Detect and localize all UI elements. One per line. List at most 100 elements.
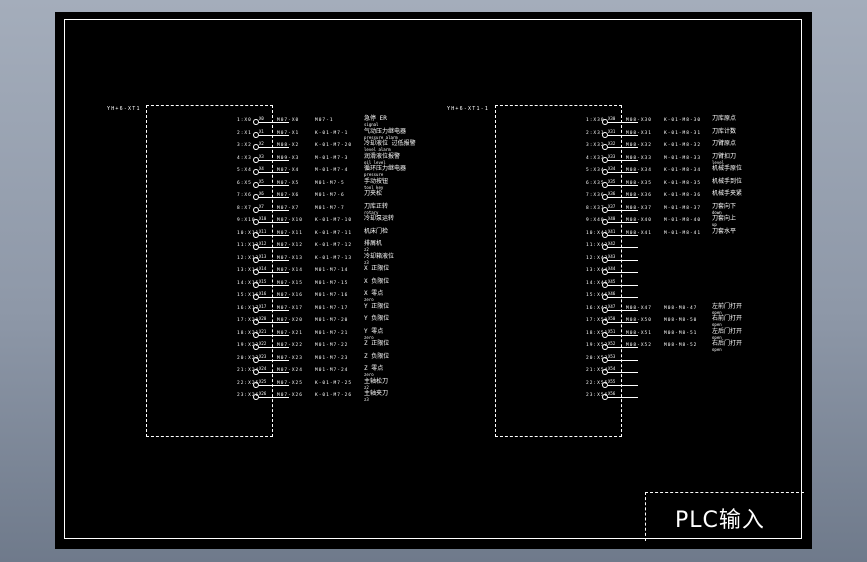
pin-number: X2 bbox=[259, 141, 264, 146]
plc-address: M08-X32 bbox=[626, 143, 652, 148]
signal-note: z3 bbox=[364, 259, 369, 265]
pin-number: X3 bbox=[259, 153, 264, 159]
signal-note: zero bbox=[364, 334, 374, 340]
wire-code: M08-M8-47 bbox=[664, 305, 698, 311]
signal-note: signal bbox=[364, 122, 379, 127]
io-row: 1:X30 X30 M08-X30 K-01-M8-30 刀库原点 bbox=[586, 115, 867, 127]
signal-description: 刀库原点 bbox=[712, 115, 737, 122]
pin-number: X45 bbox=[608, 278, 616, 284]
io-row: 20:X53 X53 bbox=[586, 354, 867, 365]
plc-address: M07-X7 bbox=[277, 205, 300, 211]
plc-address: M08-X2 bbox=[277, 143, 300, 148]
plc-address: M08-X35 bbox=[626, 180, 652, 186]
signal-note: open bbox=[712, 309, 722, 315]
terminal-number: 4:X3 bbox=[237, 155, 252, 161]
plc-address: M07-X5 bbox=[277, 180, 300, 186]
plc-address: M07-X23 bbox=[277, 355, 303, 361]
terminal-number: 6:X5 bbox=[237, 180, 252, 186]
signal-note: rotary bbox=[364, 209, 379, 215]
plc-address: M07-X1 bbox=[277, 130, 300, 136]
terminal-wire bbox=[608, 284, 638, 286]
plc-address: M08-X36 bbox=[626, 193, 652, 198]
pin-number: X46 bbox=[608, 291, 616, 296]
signal-note: open bbox=[712, 334, 722, 340]
signal-note: oil level bbox=[364, 159, 386, 165]
plc-address: M07-X6 bbox=[277, 193, 300, 198]
pin-number: X42 bbox=[608, 241, 616, 246]
pin-number: X26 bbox=[259, 391, 267, 396]
signal-note: z2 bbox=[364, 247, 369, 252]
wire-code: M01-M7-5 bbox=[315, 180, 345, 186]
wire-code: K-01-M8-36 bbox=[664, 193, 702, 198]
plc-address: M08-X51 bbox=[626, 330, 652, 336]
wire-code: K-01-M7-10 bbox=[315, 218, 353, 223]
io-row: 7:X36 X36 M08-X36 K-01-M8-36 机械手夹紧 bbox=[586, 190, 867, 202]
pin-number: X25 bbox=[259, 378, 267, 384]
wire-code: K-01-M7-11 bbox=[315, 230, 353, 236]
wire-code: M01-M7-7 bbox=[315, 205, 345, 211]
wire-code: K-01-M8-32 bbox=[664, 143, 702, 148]
plc-address: M08-X52 bbox=[626, 343, 652, 348]
pin-number: X44 bbox=[608, 266, 616, 271]
wire-code: M-01-M7-3 bbox=[315, 155, 349, 161]
terminal-wire bbox=[608, 372, 638, 373]
signal-description: Z 正限位 bbox=[364, 340, 390, 347]
terminal-number: 1:X0 bbox=[237, 118, 252, 123]
plc-address: M07-X11 bbox=[277, 230, 303, 236]
pin-number: X31 bbox=[608, 128, 616, 134]
pin-number: X52 bbox=[608, 341, 616, 346]
pin-number: X21 bbox=[259, 328, 267, 334]
plc-address: M08-X34 bbox=[626, 168, 652, 173]
wire-code: M01-M7-14 bbox=[315, 268, 349, 273]
plc-address: M07-X26 bbox=[277, 393, 303, 398]
pin-number: X35 bbox=[608, 178, 616, 184]
io-row: 22:X55 X55 bbox=[586, 379, 867, 390]
pin-number: X50 bbox=[608, 316, 616, 321]
plc-address: M09-X3 bbox=[277, 155, 300, 161]
signal-description: 机械手到位 bbox=[712, 177, 743, 185]
wire-code: K-01-M8-34 bbox=[664, 168, 702, 173]
pin-number: X22 bbox=[259, 341, 267, 346]
io-row: 5:X34 X34 M08-X34 K-01-M8-34 机械手原位 bbox=[586, 166, 867, 177]
plc-address: M08-X37 bbox=[626, 205, 652, 211]
io-row: 3:X32 X32 M08-X32 K-01-M8-32 刀臂原点 bbox=[586, 141, 867, 152]
signal-note: level alarm bbox=[364, 147, 391, 152]
plc-address: M08-X50 bbox=[626, 318, 652, 323]
pin-number: X34 bbox=[608, 166, 616, 171]
pin-number: X24 bbox=[259, 366, 267, 371]
pin-number: X51 bbox=[608, 328, 616, 334]
terminal-number: 7:X6 bbox=[237, 193, 252, 198]
right-panel-title: YH+6-XT1-1 bbox=[447, 106, 490, 112]
pin-number: X43 bbox=[608, 253, 616, 259]
io-row: 9:X40 X40 M08-X40 M-01-M8-40 刀套向上 up bbox=[586, 216, 867, 228]
io-row: 18:X51 X51 M08-X51 M08-M8-51 左后门打开 open bbox=[586, 328, 867, 340]
signal-note: zero bbox=[364, 372, 374, 377]
wire-code: K-01-M7-20 bbox=[315, 143, 353, 148]
io-row: 16:X47 X47 M08-X47 M08-M8-47 左前门打开 open bbox=[586, 303, 867, 315]
signal-description: 机床门检 bbox=[364, 227, 389, 235]
pin-number: X56 bbox=[608, 391, 616, 396]
wire-code: M01-M7-22 bbox=[315, 343, 349, 348]
signal-note: z3 bbox=[364, 397, 369, 402]
io-row: 15:X46 X46 bbox=[586, 291, 867, 302]
pin-number: X33 bbox=[608, 153, 616, 159]
terminal-wire bbox=[608, 359, 638, 361]
io-row: 10:X41 X41 M08-X41 M-01-M8-41 刀套水平 bbox=[586, 228, 867, 240]
plc-address: M07-X24 bbox=[277, 368, 303, 373]
wire-code: M-01-M8-37 bbox=[664, 205, 702, 211]
pin-number: X15 bbox=[259, 278, 267, 284]
wire-code: M01-M7-24 bbox=[315, 368, 349, 373]
terminal-wire bbox=[608, 397, 638, 398]
plc-address: M07-X4 bbox=[277, 168, 300, 173]
pin-number: X11 bbox=[259, 228, 267, 234]
plc-address: M08-X30 bbox=[626, 118, 652, 123]
signal-note: pressure bbox=[364, 172, 384, 177]
plc-address: M07-X0 bbox=[277, 118, 300, 123]
terminal-wire bbox=[608, 297, 638, 298]
io-row: 4:X33 X33 M08-X33 M-01-M8-33 刀臂扣刀 level bbox=[586, 153, 867, 165]
plc-address: M07-X15 bbox=[277, 280, 303, 286]
signal-description: 机械手夹紧 bbox=[712, 190, 743, 197]
plc-address: M07-X16 bbox=[277, 293, 303, 298]
pin-number: X36 bbox=[608, 191, 616, 196]
plc-address: M08-X33 bbox=[626, 155, 652, 161]
